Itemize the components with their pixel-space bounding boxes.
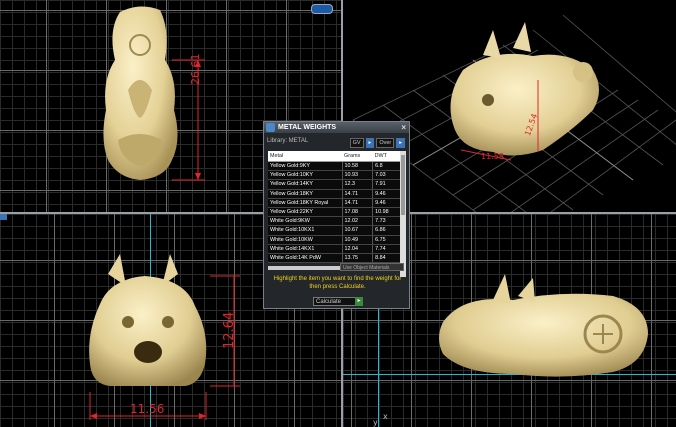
cell-dwt: 7.91: [372, 179, 400, 190]
column-header-grams[interactable]: Grams: [342, 151, 373, 162]
cell-grams: 12.02: [341, 216, 373, 227]
use-object-materials-dropdown[interactable]: Use Object Materials: [340, 263, 404, 271]
cell-metal: Yellow Gold:18KY Royal: [268, 198, 342, 208]
table-row[interactable]: White Gold:10KW 10.49 6.75: [268, 235, 400, 245]
table-row[interactable]: White Gold:14K PdW 13.75 8.84: [268, 253, 400, 264]
units-toggle: GV ▸ Over ▸: [349, 138, 405, 148]
column-header-metal[interactable]: Metal: [268, 151, 342, 162]
unit-arrow-icon[interactable]: ▸: [396, 138, 405, 148]
column-header-dwt[interactable]: DWT: [372, 151, 400, 162]
cell-dwt: 9.46: [372, 189, 400, 199]
cell-metal: White Gold:10KW: [268, 235, 342, 245]
cell-grams: 10.49: [341, 235, 373, 245]
view-cube-badge[interactable]: [311, 4, 333, 14]
close-icon[interactable]: ×: [401, 122, 406, 133]
front-dimension-height: 12.64: [222, 311, 237, 349]
cell-metal: White Gold:14K PdW: [268, 253, 342, 264]
cell-metal: White Gold:9KW: [268, 216, 342, 227]
cell-dwt: 7.73: [372, 216, 400, 227]
table-row[interactable]: Yellow Gold:18KY Royal 14.71 9.46: [268, 198, 400, 208]
panel-title: METAL WEIGHTS: [278, 124, 337, 131]
axis-label-y: y: [373, 418, 378, 427]
axis-label-x: x: [383, 412, 388, 421]
cell-grams: 10.67: [341, 225, 373, 236]
unit-option-over[interactable]: Over: [376, 138, 395, 148]
library-label: Library: METAL: [267, 138, 309, 144]
metal-table-body: Yellow Gold:9KY 10.58 6.8 Yellow Gold:10KY 1…: [268, 161, 400, 264]
top-dimension-label: 26.61: [189, 53, 202, 86]
cell-metal: Yellow Gold:22KY: [268, 207, 342, 218]
instruction-text: Highlight the item you want to find the …: [273, 276, 402, 290]
cell-grams: 10.93: [341, 170, 373, 181]
table-row[interactable]: Yellow Gold:18KY 14.71 9.46: [268, 189, 400, 199]
cell-grams: 14.71: [341, 189, 373, 199]
table-row[interactable]: Yellow Gold:10KY 10.93 7.03: [268, 170, 400, 181]
calculate-field[interactable]: Calculate: [313, 297, 361, 306]
cell-metal: Yellow Gold:14KY: [268, 179, 342, 190]
cell-metal: White Gold:10KX1: [268, 225, 342, 236]
perspective-dimension-a: 11.58: [481, 152, 504, 161]
table-row[interactable]: Yellow Gold:9KY 10.58 6.8: [268, 161, 400, 172]
cell-dwt: 10.98: [372, 207, 400, 218]
cell-dwt: 7.74: [372, 244, 400, 254]
table-row[interactable]: Yellow Gold:14KY 12.3 7.91: [268, 179, 400, 190]
cell-dwt: 6.86: [372, 225, 400, 236]
cell-dwt: 9.46: [372, 198, 400, 208]
calculate-button[interactable]: ▸: [355, 297, 363, 306]
cell-metal: Yellow Gold:9KY: [268, 161, 342, 172]
unit-option-gv[interactable]: GV: [349, 138, 364, 148]
cell-grams: 17.08: [341, 207, 373, 218]
cell-grams: 10.58: [341, 161, 373, 172]
table-row[interactable]: Yellow Gold:22KY 17.08 10.98: [268, 207, 400, 218]
cell-dwt: 6.75: [372, 235, 400, 245]
scroll-thumb[interactable]: [401, 155, 405, 215]
front-dimension-width: 11.56: [130, 402, 165, 416]
cell-dwt: 6.8: [372, 161, 400, 172]
metal-table: Metal Grams DWT Yellow Gold:9KY 10.58 6.8 Y…: [268, 151, 400, 264]
cell-dwt: 8.84: [372, 253, 400, 264]
table-row[interactable]: White Gold:14KX1 12.04 7.74: [268, 244, 400, 254]
unit-arrow-icon[interactable]: ▸: [365, 138, 375, 148]
table-vertical-scrollbar[interactable]: [400, 151, 406, 277]
cell-grams: 12.04: [341, 244, 373, 254]
table-horizontal-scrollbar[interactable]: [268, 266, 340, 270]
cell-grams: 12.3: [341, 179, 373, 190]
cell-grams: 14.71: [341, 198, 373, 208]
cell-grams: 13.75: [341, 253, 373, 264]
metal-weights-panel: METAL WEIGHTS × Library: METAL GV ▸ Over…: [263, 121, 410, 309]
cell-metal: Yellow Gold:10KY: [268, 170, 342, 181]
cell-metal: White Gold:14KX1: [268, 244, 342, 254]
table-row[interactable]: White Gold:9KW 12.02 7.73: [268, 216, 400, 227]
table-row[interactable]: White Gold:10KX1 10.67 6.86: [268, 225, 400, 236]
viewport-corner-marker[interactable]: [0, 214, 7, 220]
cell-dwt: 7.03: [372, 170, 400, 181]
panel-icon: [266, 123, 275, 132]
panel-title-bar[interactable]: METAL WEIGHTS ×: [264, 122, 409, 133]
cell-metal: Yellow Gold:18KY: [268, 189, 342, 199]
